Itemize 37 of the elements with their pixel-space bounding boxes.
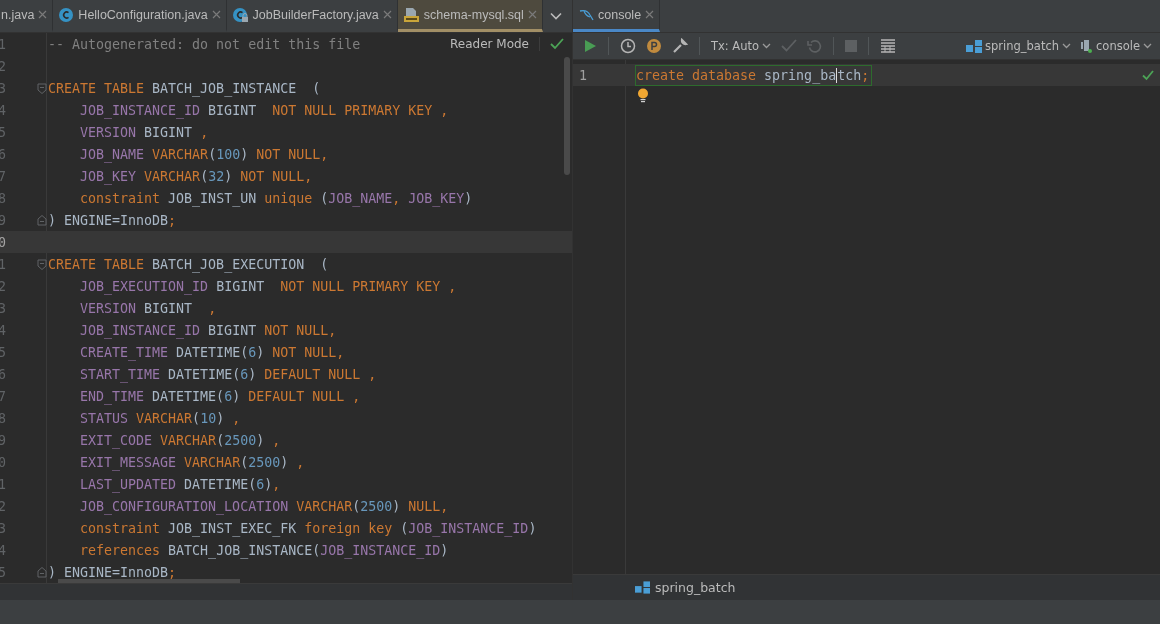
code-line: VERSION BIGINT , <box>79 124 209 140</box>
code-line: ) ENGINE=InnoDB; <box>48 564 177 580</box>
code-line: JOB_CONFIGURATION_LOCATION VARCHAR(2500) NULL, <box>79 498 449 514</box>
code-line: ) ENGINE=InnoDB; <box>48 212 177 228</box>
code-line: STATUS VARCHAR(10) , <box>79 410 241 426</box>
code-line: LAST_UPDATED DATETIME(6), <box>79 476 281 492</box>
session-dropdown[interactable]: console <box>1079 37 1154 55</box>
code-line: END_TIME DATETIME(6) DEFAULT NULL , <box>79 388 361 404</box>
line-number: 1 <box>0 476 7 492</box>
code-line: -- Autogenerated: do not edit this file <box>48 36 361 52</box>
code-line: JOB_EXECUTION_ID BIGINT NOT NULL PRIMARY KEY , <box>79 278 457 294</box>
code-line: JOB_INSTANCE_ID BIGINT NOT NULL, <box>79 322 337 338</box>
datasource-status[interactable]: spring_batch <box>635 580 736 595</box>
file-tab[interactable]: JobBuilderFactory.java <box>226 0 398 32</box>
code-line: CREATE_TIME DATETIME(6) NOT NULL, <box>79 344 345 360</box>
code-line: VERSION BIGINT , <box>79 300 217 316</box>
code-line: START_TIME DATETIME(6) DEFAULT NULL , <box>79 366 377 382</box>
code-line: JOB_KEY VARCHAR(32) NOT NULL, <box>79 168 313 184</box>
code-line: EXIT_CODE VARCHAR(2500) , <box>79 432 281 448</box>
line-number: 1 <box>0 256 7 272</box>
line-number: 1 <box>578 67 588 83</box>
code-line: JOB_INSTANCE_ID BIGINT NOT NULL PRIMARY KEY , <box>79 102 449 118</box>
code-line: constraint JOB_INST_UN unique (JOB_NAME, JOB_KEY) <box>79 190 473 206</box>
code-line: CREATE TABLE BATCH_JOB_EXECUTION ( <box>48 256 329 272</box>
transaction-mode-dropdown[interactable]: Tx: Auto <box>709 37 774 55</box>
code-line: JOB_NAME VARCHAR(100) NOT NULL, <box>79 146 329 162</box>
code-line: CREATE TABLE BATCH_JOB_INSTANCE ( <box>48 80 321 96</box>
line-number: 1 <box>0 36 7 52</box>
file-tab[interactable]: schema-mysql.sql <box>397 0 543 32</box>
file-tab[interactable]: n.java <box>0 0 54 32</box>
code-line: references BATCH_JOB_INSTANCE(JOB_INSTANCE_ID) <box>79 542 449 558</box>
code-line: EXIT_MESSAGE VARCHAR(2500) , <box>79 454 305 470</box>
datasource-dropdown[interactable]: spring_batch <box>964 37 1074 55</box>
file-tab[interactable]: HelloConfiguration.java <box>53 0 227 32</box>
reader-mode-label[interactable]: Reader Mode <box>450 37 540 51</box>
console-tab[interactable]: console <box>573 0 661 32</box>
code-line: constraint JOB_INST_EXEC_FK foreign key (JOB_INSTANCE_ID) <box>79 520 537 536</box>
